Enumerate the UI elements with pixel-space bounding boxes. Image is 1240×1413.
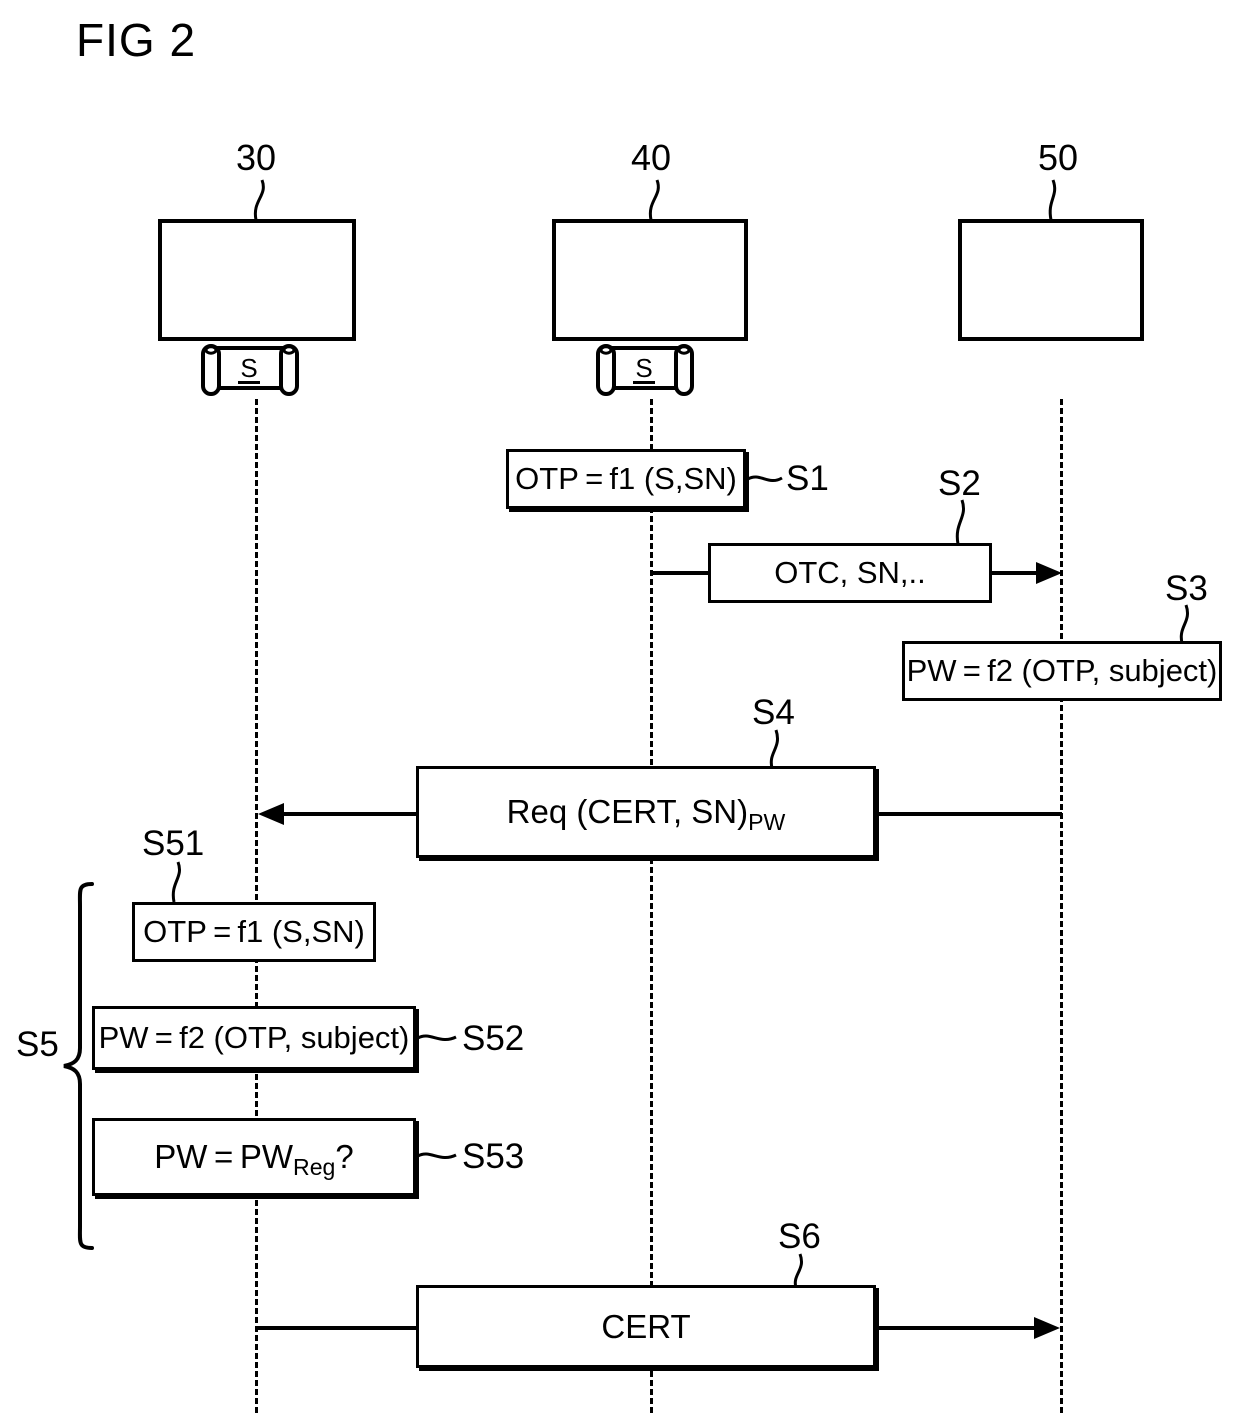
lifeline-50 bbox=[1060, 399, 1063, 1413]
step-ref-s4: S4 bbox=[752, 693, 795, 732]
connector-s6-left bbox=[258, 1326, 418, 1330]
step-ref-s2: S2 bbox=[938, 464, 981, 503]
arrowhead-s4-to-30 bbox=[258, 803, 284, 825]
step-box-s3[interactable]: PW = f2 (OTP, subject) bbox=[902, 641, 1222, 701]
step-label-s53-suffix: ? bbox=[335, 1138, 354, 1175]
step-label-s53-text: PW = PW bbox=[154, 1138, 294, 1175]
group-label-s5: S5 bbox=[16, 1025, 59, 1064]
svg-text:S: S bbox=[635, 353, 652, 383]
leader-lines bbox=[171, 179, 1189, 1289]
step-label-s1: OTP = f1 (S,SN) bbox=[515, 461, 737, 496]
step-box-s2[interactable]: OTC, SN,.. bbox=[708, 543, 992, 603]
secret-scroll-icon-40: S bbox=[592, 341, 696, 399]
step-label-s6: CERT bbox=[601, 1307, 691, 1345]
entity-box-30[interactable] bbox=[158, 219, 356, 341]
entity-ref-40: 40 bbox=[631, 137, 672, 178]
leader-entity-40 bbox=[648, 179, 660, 221]
leader-s6 bbox=[793, 1253, 803, 1289]
leader-s51 bbox=[171, 861, 181, 903]
step-ref-s51: S51 bbox=[142, 824, 205, 863]
step-box-s6[interactable]: CERT bbox=[416, 1285, 876, 1368]
step-ref-s3: S3 bbox=[1165, 569, 1208, 608]
step-box-s51[interactable]: OTP = f1 (S,SN) bbox=[132, 902, 376, 962]
step-label-s4-subscript: PW bbox=[748, 808, 786, 835]
leader-s2 bbox=[955, 499, 965, 545]
step-label-s53-subscript: Reg bbox=[293, 1153, 336, 1180]
step-label-s4-text: Req (CERT, SN) bbox=[506, 793, 749, 830]
step-box-s53[interactable]: PW = PWReg? bbox=[92, 1118, 416, 1196]
leader-s1 bbox=[747, 475, 783, 483]
step-box-s4[interactable]: Req (CERT, SN)PW bbox=[416, 766, 876, 858]
leader-entity-30 bbox=[253, 179, 265, 221]
leader-s53 bbox=[417, 1152, 457, 1160]
step-label-s2: OTC, SN,.. bbox=[774, 555, 926, 590]
entity-box-40[interactable] bbox=[552, 219, 748, 341]
figure-canvas: FIG 2 30 S 40 S 50 OTP = f1 (S,SN) S1 OT… bbox=[0, 0, 1240, 1413]
leader-entity-50 bbox=[1048, 179, 1057, 221]
arrowhead-s6-to-50 bbox=[1034, 1317, 1060, 1339]
step-label-s4: Req (CERT, SN)PW bbox=[506, 793, 786, 834]
svg-text:S: S bbox=[240, 353, 257, 383]
secret-scroll-icon-30: S bbox=[197, 341, 301, 399]
step-box-s1[interactable]: OTP = f1 (S,SN) bbox=[506, 449, 746, 509]
step-label-s51: OTP = f1 (S,SN) bbox=[143, 914, 365, 949]
connector-s2-left bbox=[650, 571, 710, 575]
entity-box-50[interactable] bbox=[958, 219, 1144, 341]
connector-s6-right bbox=[874, 1326, 1036, 1330]
entity-ref-50: 50 bbox=[1038, 137, 1079, 178]
leader-s52 bbox=[417, 1034, 457, 1042]
leader-s4 bbox=[769, 729, 779, 769]
step-label-s53: PW = PWReg? bbox=[154, 1138, 354, 1179]
step-ref-s6: S6 bbox=[778, 1217, 821, 1256]
step-label-s52: PW = f2 (OTP, subject) bbox=[98, 1020, 410, 1055]
arrowhead-s2-to-50 bbox=[1036, 562, 1062, 584]
connector-s4-left bbox=[284, 812, 418, 816]
leader-s3 bbox=[1179, 604, 1189, 644]
step-ref-s1: S1 bbox=[786, 459, 829, 498]
connector-s2-right bbox=[990, 571, 1040, 575]
entity-ref-30: 30 bbox=[236, 137, 277, 178]
lifeline-40 bbox=[650, 399, 653, 1413]
figure-title: FIG 2 bbox=[76, 14, 197, 66]
step-label-s3: PW = f2 (OTP, subject) bbox=[906, 653, 1218, 688]
connector-s4-right bbox=[875, 812, 1062, 816]
step-ref-s52: S52 bbox=[462, 1019, 525, 1058]
step-ref-s53: S53 bbox=[462, 1137, 525, 1176]
step-box-s52[interactable]: PW = f2 (OTP, subject) bbox=[92, 1006, 416, 1070]
